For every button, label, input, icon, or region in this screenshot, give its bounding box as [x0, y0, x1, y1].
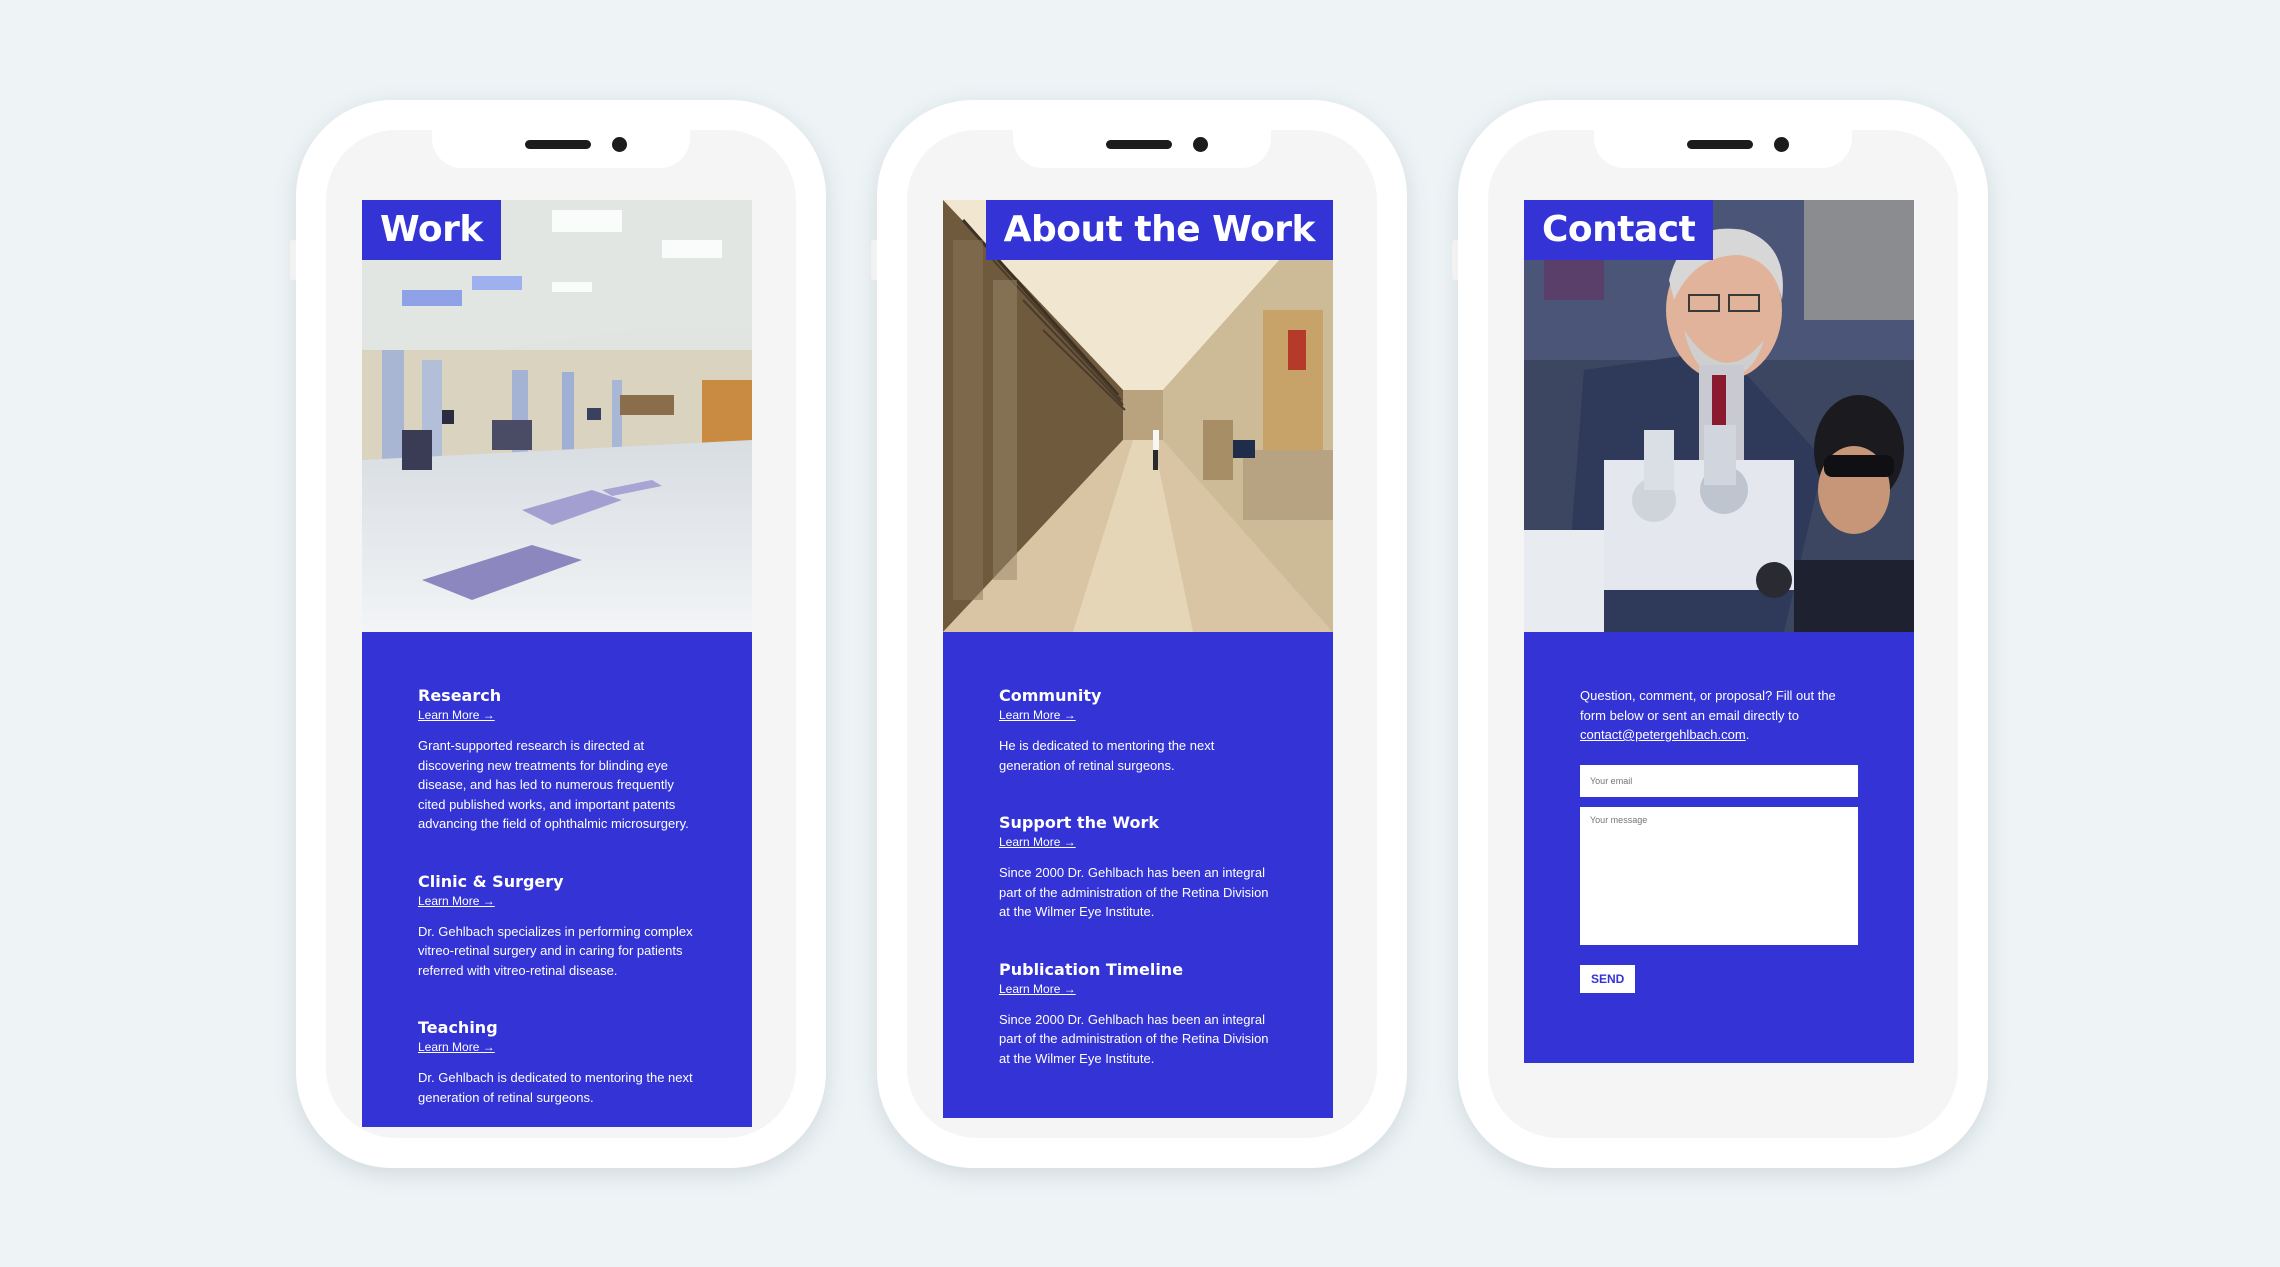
- learn-more-link[interactable]: Learn More →: [999, 834, 1076, 850]
- email-field[interactable]: [1580, 764, 1858, 797]
- section-title: Support the Work: [999, 813, 1159, 832]
- section-research: Research Learn More → Grant-supported re…: [418, 686, 696, 834]
- speaker-icon: [1106, 140, 1172, 149]
- contact-panel: Question, comment, or proposal? Fill out…: [1524, 632, 1914, 1063]
- learn-more-link[interactable]: Learn More →: [418, 893, 495, 909]
- contact-hero-image: Contact: [1524, 200, 1914, 632]
- work-page: Work Research Learn More → Grant-support…: [362, 200, 752, 1127]
- phone-screen: Work Research Learn More → Grant-support…: [326, 130, 796, 1138]
- lab-hero-image: About the Work: [943, 200, 1333, 632]
- learn-more-link[interactable]: Learn More →: [999, 981, 1076, 997]
- phone-notch: [432, 130, 690, 168]
- work-panel: Research Learn More → Grant-supported re…: [362, 632, 752, 1127]
- section-text: Dr. Gehlbach is dedicated to mentoring t…: [418, 1070, 693, 1105]
- page-title: Contact: [1524, 200, 1714, 260]
- page-title: Work: [362, 200, 501, 260]
- contact-page: Contact Question, comment, or proposal? …: [1524, 200, 1914, 1063]
- camera-icon: [1193, 137, 1208, 152]
- send-button[interactable]: SEND: [1580, 964, 1636, 993]
- about-panel: Community Learn More → He is dedicated t…: [943, 632, 1333, 1118]
- section-publication-timeline: Publication Timeline Learn More → Since …: [999, 960, 1277, 1069]
- section-teaching: Teaching Learn More → Dr. Gehlbach is de…: [418, 1018, 696, 1107]
- phone-notch: [1594, 130, 1852, 168]
- learn-more-link[interactable]: Learn More →: [999, 707, 1076, 723]
- phone-contact: Contact Question, comment, or proposal? …: [1452, 100, 1988, 1168]
- camera-icon: [1774, 137, 1789, 152]
- camera-icon: [612, 137, 627, 152]
- section-clinic-surgery: Clinic & Surgery Learn More → Dr. Gehlba…: [418, 872, 696, 981]
- lab-corridor-photo: [943, 200, 1333, 632]
- phone-screen: Contact Question, comment, or proposal? …: [1488, 130, 1958, 1138]
- microscope-photo: [1524, 200, 1914, 632]
- section-text: Since 2000 Dr. Gehlbach has been an inte…: [999, 1011, 1269, 1066]
- phone-notch: [1013, 130, 1271, 168]
- section-text: Since 2000 Dr. Gehlbach has been an inte…: [999, 865, 1269, 919]
- section-community: Community Learn More → He is dedicated t…: [999, 686, 1277, 775]
- section-title: Research: [418, 686, 502, 705]
- section-title: Clinic & Surgery: [418, 871, 564, 891]
- learn-more-link[interactable]: Learn More →: [418, 1039, 495, 1055]
- contact-intro-suffix: .: [1745, 727, 1750, 742]
- phone-about: About the Work Community Learn More → He…: [871, 100, 1407, 1168]
- section-text: Dr. Gehlbach specializes in performing c…: [418, 923, 693, 978]
- section-title: Community: [999, 686, 1102, 705]
- speaker-icon: [1687, 140, 1753, 149]
- phone-screen: About the Work Community Learn More → He…: [907, 130, 1377, 1138]
- section-support-the-work: Support the Work Learn More → Since 2000…: [999, 813, 1277, 922]
- contact-intro-text: Question, comment, or proposal? Fill out…: [1580, 688, 1836, 723]
- speaker-icon: [525, 140, 591, 149]
- page-title: About the Work: [985, 200, 1333, 260]
- section-title: Teaching: [418, 1018, 498, 1037]
- about-page: About the Work Community Learn More → He…: [943, 200, 1333, 1118]
- phone-work: Work Research Learn More → Grant-support…: [290, 100, 826, 1168]
- contact-email-link[interactable]: contact@petergehlbach.com: [1580, 727, 1746, 742]
- learn-more-link[interactable]: Learn More →: [418, 707, 495, 723]
- clinic-photo: [362, 200, 752, 632]
- section-title: Publication Timeline: [999, 959, 1184, 979]
- message-field[interactable]: [1580, 806, 1858, 945]
- section-text: Grant-supported research is directed at …: [418, 738, 689, 831]
- section-text: He is dedicated to mentoring the next ge…: [999, 738, 1215, 773]
- clinic-hero-image: Work: [362, 200, 752, 632]
- contact-intro: Question, comment, or proposal? Fill out…: [1580, 686, 1858, 745]
